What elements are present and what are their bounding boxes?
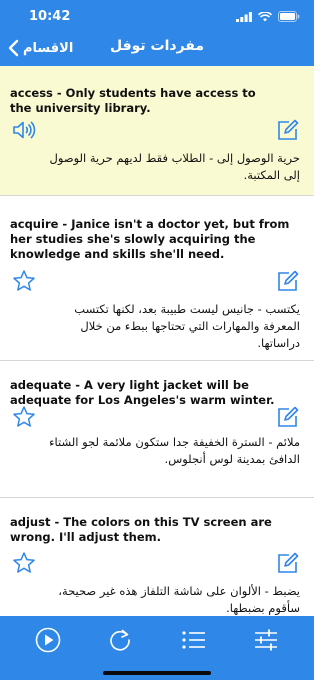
speaker-icon[interactable] [12,118,36,142]
header: 10:42 الاقسام مفردات توفل [0,0,314,66]
translation: حرية الوصول إلى - الطلاب فقط لديهم حرية … [49,151,300,182]
status-time: 10:42 [29,9,71,24]
word-example: adjust - The colors on this TV screen ar… [10,515,272,544]
edit-icon[interactable] [276,269,300,293]
edit-icon[interactable] [276,118,300,142]
star-icon[interactable] [12,551,36,575]
list-item[interactable]: access - Only students have access to th… [0,66,314,196]
list-item[interactable]: adequate - A very light jacket will be a… [0,362,314,498]
wifi-icon [258,11,272,21]
signal-icon [236,11,252,22]
translation: يكتسب - جانيس ليست طبيبة بعد، لكنها تكتس… [74,302,300,350]
edit-icon[interactable] [276,551,300,575]
page-title: مفردات توفل [109,38,205,54]
word-example: access - Only students have access to th… [10,86,256,115]
status-bar: 10:42 [0,0,314,30]
edit-icon[interactable] [276,405,300,429]
word-example: adequate - A very light jacket will be a… [10,378,275,407]
word-example: acquire - Janice isn't a doctor yet, but… [10,217,290,261]
repeat-icon[interactable] [106,626,134,654]
settings-sliders-icon[interactable] [252,626,280,654]
list-item[interactable]: acquire - Janice isn't a doctor yet, but… [0,197,314,361]
app-screen: 10:42 الاقسام مفردات توفل access - Only … [0,0,314,680]
translation: يضبط - الألوان على شاشة التلفاز هذه غير … [58,584,300,615]
list-icon[interactable] [180,626,208,654]
translation: ملائم - السترة الخفيفة جدا ستكون ملائمة … [49,435,300,466]
nav-bar: الاقسام مفردات توفل [0,32,314,66]
vocab-list[interactable]: access - Only students have access to th… [0,66,314,616]
battery-icon [278,11,300,22]
home-indicator [103,671,211,675]
status-icons [236,11,300,22]
star-icon[interactable] [12,405,36,429]
list-item[interactable]: adjust - The colors on this TV screen ar… [0,499,314,616]
star-icon[interactable] [12,269,36,293]
play-icon[interactable] [34,626,62,654]
